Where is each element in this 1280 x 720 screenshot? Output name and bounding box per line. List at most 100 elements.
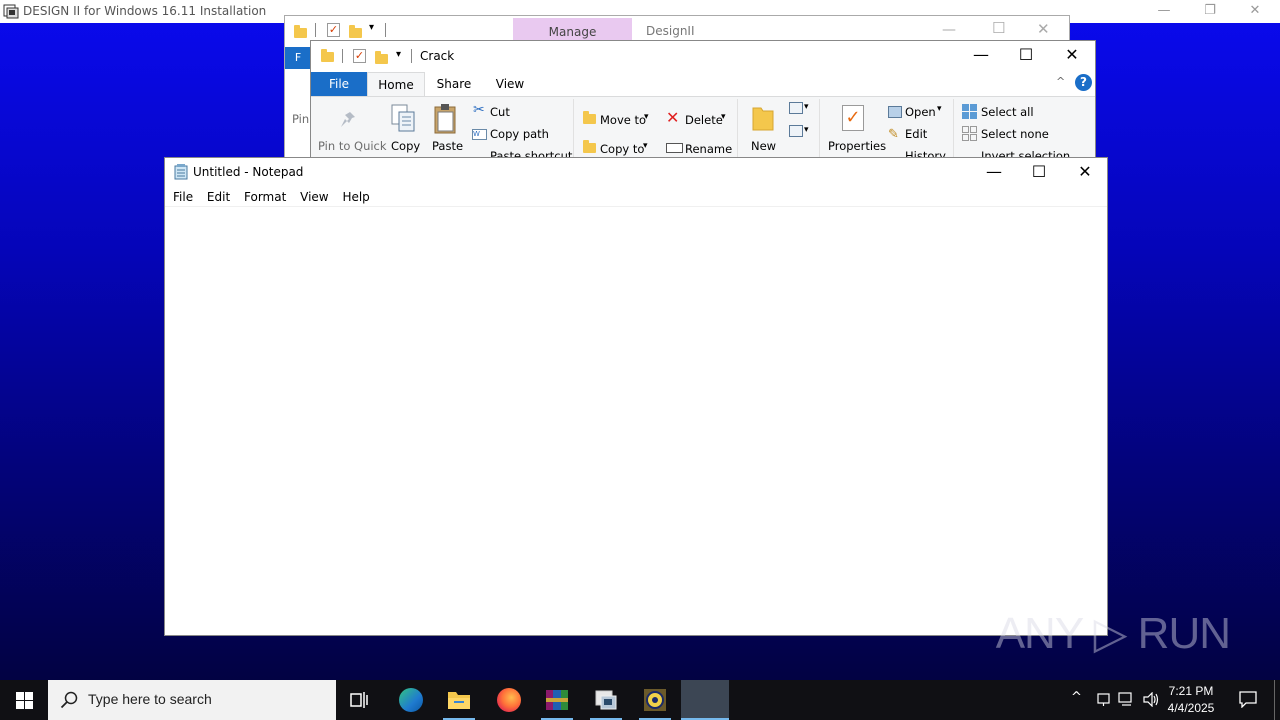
copy-to-button[interactable]: Copy to	[600, 142, 644, 156]
copy-path-icon: W	[472, 129, 487, 140]
pin-icon	[341, 109, 355, 127]
tab-view[interactable]: View	[485, 72, 535, 96]
notepad-window[interactable]: Untitled - Notepad — ☐ ✕ File Edit Forma…	[164, 157, 1108, 636]
manage-context-tab[interactable]: Manage	[513, 18, 632, 42]
notepad-close-button[interactable]: ✕	[1062, 158, 1108, 186]
winrar-icon	[546, 690, 568, 710]
select-all-icon	[962, 104, 977, 119]
network-status-icon[interactable]	[1096, 692, 1111, 707]
notepad-menu-bar: File Edit Format View Help	[168, 187, 375, 207]
copy-icon	[391, 104, 415, 132]
notepad-minimize-button[interactable]: —	[971, 158, 1017, 186]
tab-home[interactable]: Home	[367, 72, 425, 97]
file-explorer-icon	[448, 692, 470, 709]
winrar-taskbar-button[interactable]	[533, 680, 581, 720]
properties-check-icon[interactable]: ✓	[327, 23, 340, 37]
design-ii-installer-taskbar-button[interactable]	[582, 680, 630, 720]
show-hidden-icons-chevron-icon[interactable]: ^	[1071, 690, 1082, 705]
new-item-dropdown-icon[interactable]: ▾	[804, 102, 809, 112]
menu-format[interactable]: Format	[239, 187, 291, 207]
select-none-icon	[962, 126, 977, 141]
notepad-taskbar-button[interactable]	[681, 680, 729, 720]
file-explorer-taskbar-button[interactable]	[435, 680, 483, 720]
explorer-maximize-button[interactable]: ☐	[1003, 41, 1049, 69]
pin-to-quick-access-button[interactable]: Pin to Quick	[318, 139, 387, 153]
properties-check-icon[interactable]: ✓	[353, 49, 366, 63]
firefox-taskbar-button[interactable]	[485, 680, 533, 720]
scissors-icon: ✂	[473, 102, 485, 118]
pin-label-partial: Pin	[292, 112, 310, 126]
select-all-button[interactable]: Select all	[981, 105, 1034, 119]
delete-button[interactable]: Delete	[685, 113, 723, 127]
copy-to-icon	[583, 140, 596, 153]
qat-dropdown-icon[interactable]: ▾	[369, 22, 374, 33]
start-windows-icon[interactable]	[16, 692, 33, 709]
show-desktop-button[interactable]	[1274, 680, 1275, 720]
copy-to-dropdown-icon[interactable]: ▾	[643, 141, 648, 151]
easy-access-dropdown-icon[interactable]: ▾	[804, 125, 809, 135]
select-none-button[interactable]: Select none	[981, 127, 1049, 141]
help-icon[interactable]: ?	[1075, 74, 1092, 91]
menu-file[interactable]: File	[168, 187, 198, 207]
clock-time: 7:21 PM	[1168, 684, 1214, 698]
copy-button[interactable]: Copy	[391, 139, 420, 153]
qat-separator	[315, 23, 316, 37]
delete-dropdown-icon[interactable]: ▾	[721, 112, 726, 122]
new-folder-button[interactable]: New	[751, 139, 776, 153]
explorer-close-button[interactable]: ✕	[1049, 41, 1095, 69]
paste-button[interactable]: Paste	[432, 139, 463, 153]
maximize-icon[interactable]: ☐	[992, 19, 1005, 37]
menu-help[interactable]: Help	[337, 187, 374, 207]
minimize-icon[interactable]: —	[942, 22, 956, 38]
easy-access-icon[interactable]	[789, 125, 803, 137]
menu-divider	[165, 206, 1107, 207]
search-icon	[60, 691, 78, 709]
collapse-ribbon-icon[interactable]: ^	[1056, 75, 1065, 88]
move-to-button[interactable]: Move to	[600, 113, 646, 127]
taskbar-clock[interactable]: 7:21 PM 4/4/2025	[1160, 683, 1222, 717]
explorer-back-title: DesignII	[646, 24, 695, 38]
properties-button[interactable]: Properties	[828, 139, 886, 153]
menu-edit[interactable]: Edit	[202, 187, 235, 207]
tab-file[interactable]: File	[311, 72, 367, 96]
notepad-text-area[interactable]	[167, 208, 1105, 634]
explorer-minimize-button[interactable]: —	[958, 41, 1004, 69]
network-icon[interactable]	[1118, 692, 1135, 707]
anyrun-watermark: ANY ▷ RUN	[995, 609, 1231, 658]
installer-minimize-button[interactable]: —	[1141, 0, 1187, 23]
properties-icon: ✓	[842, 105, 864, 131]
volume-icon[interactable]	[1143, 692, 1160, 707]
cut-button[interactable]: Cut	[490, 105, 510, 119]
file-tab-partial[interactable]: F	[285, 47, 311, 69]
installer-restore-button[interactable]: ❐	[1187, 0, 1233, 23]
tab-share[interactable]: Share	[429, 72, 479, 96]
task-view-button[interactable]	[336, 680, 384, 720]
close-icon[interactable]: ✕	[1037, 20, 1050, 38]
open-button[interactable]: Open	[905, 105, 936, 119]
move-to-dropdown-icon[interactable]: ▾	[644, 112, 649, 122]
search-placeholder: Type here to search	[88, 691, 212, 707]
taskbar-search-box[interactable]: Type here to search	[48, 680, 336, 720]
copy-path-button[interactable]: Copy path	[490, 127, 549, 141]
notifications-icon[interactable]	[1239, 691, 1257, 708]
installer-icon	[3, 4, 19, 19]
open-dropdown-icon[interactable]: ▾	[937, 104, 942, 114]
new-item-icon[interactable]	[789, 102, 803, 114]
edit-button[interactable]: Edit	[905, 127, 927, 141]
notepad-maximize-button[interactable]: ☐	[1016, 158, 1062, 186]
notepad-title: Untitled - Notepad	[193, 165, 304, 179]
task-view-icon	[350, 692, 368, 708]
explorer-title: Crack	[420, 49, 455, 63]
firefox-icon	[497, 688, 521, 712]
edge-taskbar-button[interactable]	[387, 680, 435, 720]
group-separator	[573, 99, 574, 161]
new-folder-qat-icon[interactable]	[349, 25, 362, 38]
ribbon-home: Pin to Quick Copy Paste ✂ Cut W Copy pat…	[311, 96, 1095, 163]
qat-dropdown-icon[interactable]: ▾	[396, 49, 401, 60]
rename-button[interactable]: Rename	[685, 142, 732, 156]
explorer-window-crack[interactable]: ✓ ▾ Crack — ☐ ✕ File Home Share View ^ ?…	[310, 40, 1096, 163]
setup-app-taskbar-button[interactable]	[631, 680, 679, 720]
menu-view[interactable]: View	[295, 187, 333, 207]
new-folder-qat-icon[interactable]	[375, 51, 388, 64]
installer-close-button[interactable]: ✕	[1232, 0, 1278, 23]
